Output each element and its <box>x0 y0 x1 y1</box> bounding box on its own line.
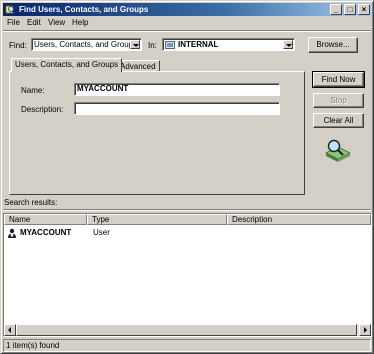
scroll-right-button[interactable] <box>359 324 371 336</box>
scroll-thumb[interactable] <box>16 324 357 336</box>
menu-view[interactable]: View <box>48 17 65 28</box>
column-header-description[interactable]: Description <box>227 214 371 225</box>
results-separator <box>3 209 371 211</box>
find-dialog-window: Find Users, Contacts, and Groups _ □ × F… <box>0 0 374 354</box>
column-header-type[interactable]: Type <box>87 214 227 225</box>
domain-icon <box>165 41 175 49</box>
stop-button[interactable]: Stop <box>313 93 364 108</box>
chevron-down-icon[interactable] <box>283 40 293 49</box>
in-label: In: <box>148 41 157 50</box>
chevron-left-icon <box>8 327 11 333</box>
search-results-label: Search results: <box>4 198 58 207</box>
browse-button[interactable]: Browse... <box>308 37 358 53</box>
description-label: Description: <box>21 105 64 114</box>
menu-separator <box>3 30 371 32</box>
user-icon <box>8 228 16 238</box>
minimize-button[interactable]: _ <box>330 4 342 15</box>
status-text: 1 item(s) found <box>6 341 60 350</box>
find-icon <box>5 5 16 14</box>
menu-edit[interactable]: Edit <box>27 17 41 28</box>
in-location-value: INTERNAL <box>178 40 219 49</box>
name-label: Name: <box>21 86 45 95</box>
horizontal-scrollbar[interactable] <box>4 324 371 336</box>
find-now-button[interactable]: Find Now <box>312 71 365 88</box>
find-label: Find: <box>9 41 27 50</box>
search-magnifier-icon <box>325 139 351 162</box>
window-title: Find Users, Contacts, and Groups <box>19 5 149 14</box>
name-field[interactable]: MYACCOUNT <box>74 83 280 96</box>
search-results-list[interactable]: Name Type Description MYACCOUNT User <box>3 213 372 337</box>
menu-file[interactable]: File <box>7 17 20 28</box>
scroll-left-button[interactable] <box>4 324 16 336</box>
find-type-select[interactable]: Users, Contacts, and Groups <box>31 38 142 51</box>
title-bar[interactable]: Find Users, Contacts, and Groups _ □ × <box>3 3 371 16</box>
result-name: MYACCOUNT <box>20 228 72 237</box>
find-type-value: Users, Contacts, and Groups <box>34 40 138 49</box>
chevron-down-icon[interactable] <box>130 40 140 49</box>
menu-help[interactable]: Help <box>72 17 88 28</box>
close-button[interactable]: × <box>358 4 370 15</box>
clear-all-button[interactable]: Clear All <box>313 113 364 128</box>
in-location-select[interactable]: INTERNAL <box>162 38 295 51</box>
tab-users-contacts-groups[interactable]: Users, Contacts, and Groups <box>11 58 123 72</box>
chevron-right-icon <box>364 327 367 333</box>
maximize-button[interactable]: □ <box>344 4 356 15</box>
column-header-name[interactable]: Name <box>4 214 87 225</box>
search-criteria-panel: Name: MYACCOUNT Description: <box>9 71 305 195</box>
table-row[interactable]: MYACCOUNT User <box>4 227 371 239</box>
status-bar: 1 item(s) found <box>3 339 371 352</box>
description-field[interactable] <box>74 102 280 115</box>
result-type: User <box>93 228 110 237</box>
